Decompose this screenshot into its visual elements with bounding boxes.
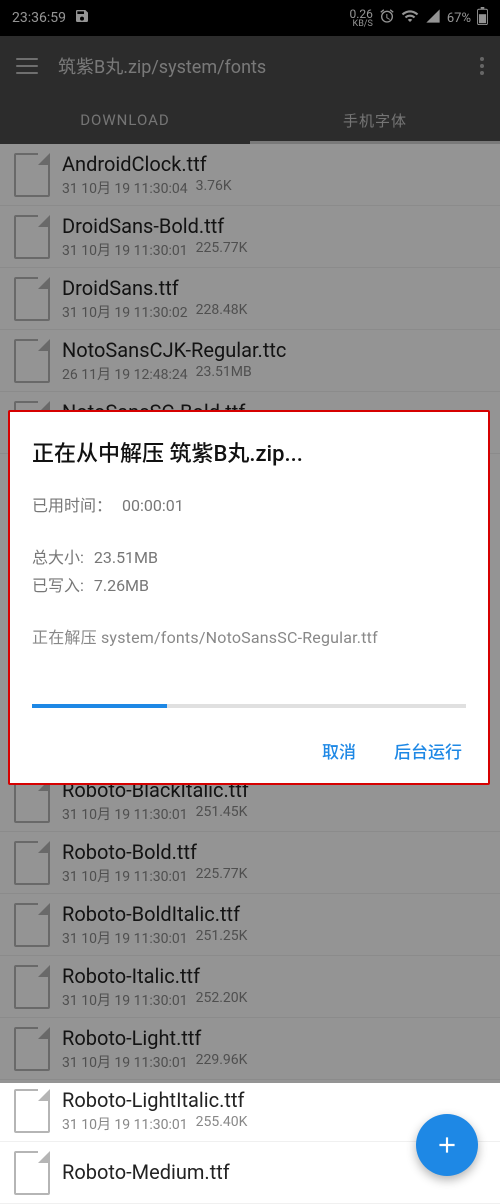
- list-item[interactable]: AndroidClock.ttf 31 10月 19 11:30:04 3.76K: [0, 144, 500, 206]
- file-date: 31 10月 19 11:30:01: [62, 928, 188, 948]
- file-name: Roboto-Italic.ttf: [62, 964, 486, 988]
- status-bar: 23:36:59 0.26 KB/S 67%: [0, 0, 500, 36]
- file-date: 31 10月 19 11:30:01: [62, 1114, 188, 1134]
- file-date: 26 11月 19 12:48:24: [62, 364, 188, 384]
- file-icon: [14, 1151, 50, 1195]
- more-options-icon[interactable]: [480, 57, 484, 75]
- battery-pct: 67%: [447, 11, 471, 26]
- save-icon: [74, 8, 90, 28]
- file-date: 31 10月 19 11:30:01: [62, 240, 188, 260]
- file-size: 23.51MB: [196, 364, 252, 384]
- background-button[interactable]: 后台运行: [390, 732, 466, 769]
- list-item[interactable]: Roboto-BoldItalic.ttf 31 10月 19 11:30:01…: [0, 894, 500, 956]
- file-icon: [14, 153, 50, 197]
- file-size: 251.25K: [196, 928, 248, 948]
- file-date: 31 10月 19 11:30:01: [62, 866, 188, 886]
- file-icon: [14, 339, 50, 383]
- elapsed-value: 00:00:01: [122, 496, 184, 515]
- network-speed: 0.26 KB/S: [349, 8, 372, 29]
- file-size: 225.77K: [196, 866, 248, 886]
- tab-bar: DOWNLOAD 手机字体: [0, 96, 500, 144]
- file-size: 228.48K: [196, 302, 248, 322]
- progress-fill: [32, 704, 167, 708]
- list-item[interactable]: NotoSansCJK-Regular.ttc 26 11月 19 12:48:…: [0, 330, 500, 392]
- written-label: 已写入:: [32, 576, 84, 595]
- file-icon: [14, 1089, 50, 1133]
- file-size: 251.45K: [196, 804, 248, 824]
- file-date: 31 10月 19 11:30:01: [62, 1052, 188, 1072]
- current-extract-item: 正在解压 system/fonts/NotoSansSC-Regular.ttf: [32, 624, 466, 648]
- file-name: Roboto-Light.ttf: [62, 1026, 486, 1050]
- signal-icon: [425, 8, 441, 28]
- tab-phone-fonts[interactable]: 手机字体: [250, 96, 500, 144]
- cancel-button[interactable]: 取消: [318, 732, 360, 769]
- dialog-title: 正在从中解压 筑紫B丸.zip...: [32, 436, 466, 468]
- file-icon: [14, 1027, 50, 1071]
- file-icon: [14, 965, 50, 1009]
- wifi-icon: [401, 7, 419, 29]
- fab-add-button[interactable]: [416, 1114, 478, 1176]
- battery-icon: [477, 7, 488, 29]
- file-name: AndroidClock.ttf: [62, 152, 486, 176]
- file-name: DroidSans-Bold.ttf: [62, 214, 486, 238]
- list-item[interactable]: Roboto-Italic.ttf 31 10月 19 11:30:01 252.…: [0, 956, 500, 1018]
- file-size: 225.77K: [196, 240, 248, 260]
- file-size: 3.76K: [196, 178, 232, 198]
- tab-download[interactable]: DOWNLOAD: [0, 96, 250, 144]
- extract-dialog: 正在从中解压 筑紫B丸.zip... 已用时间： 00:00:01 总大小: 2…: [8, 410, 490, 785]
- file-name: Roboto-Bold.ttf: [62, 840, 486, 864]
- file-name: NotoSansCJK-Regular.ttc: [62, 338, 486, 362]
- file-name: Roboto-BoldItalic.ttf: [62, 902, 486, 926]
- alarm-icon: [379, 8, 395, 28]
- file-date: 31 10月 19 11:30:01: [62, 804, 188, 824]
- list-item[interactable]: DroidSans-Bold.ttf 31 10月 19 11:30:01 225…: [0, 206, 500, 268]
- elapsed-label: 已用时间：: [32, 496, 112, 515]
- file-name: DroidSans.ttf: [62, 276, 486, 300]
- menu-icon[interactable]: [16, 58, 38, 74]
- progress-bar: [32, 704, 466, 708]
- file-icon: [14, 841, 50, 885]
- file-icon: [14, 903, 50, 947]
- file-size: 252.20K: [196, 990, 248, 1010]
- app-bar: 筑紫B丸.zip/system/fonts: [0, 36, 500, 96]
- total-size-value: 23.51MB: [94, 548, 158, 567]
- file-date: 31 10月 19 11:30:04: [62, 178, 188, 198]
- written-value: 7.26MB: [94, 576, 149, 595]
- plus-icon: [434, 1132, 460, 1158]
- file-icon: [14, 779, 50, 823]
- file-name: Roboto-LightItalic.ttf: [62, 1088, 486, 1112]
- file-size: 255.40K: [196, 1114, 248, 1134]
- file-date: 31 10月 19 11:30:01: [62, 990, 188, 1010]
- status-time: 23:36:59: [12, 10, 66, 26]
- breadcrumb-title: 筑紫B丸.zip/system/fonts: [58, 53, 266, 79]
- list-item[interactable]: Roboto-Light.ttf 31 10月 19 11:30:01 229.9…: [0, 1018, 500, 1080]
- file-date: 31 10月 19 11:30:02: [62, 302, 188, 322]
- total-size-label: 总大小:: [32, 548, 84, 567]
- list-item[interactable]: Roboto-Bold.ttf 31 10月 19 11:30:01 225.77…: [0, 832, 500, 894]
- file-icon: [14, 277, 50, 321]
- file-icon: [14, 215, 50, 259]
- file-size: 229.96K: [196, 1052, 248, 1072]
- list-item[interactable]: DroidSans.ttf 31 10月 19 11:30:02 228.48K: [0, 268, 500, 330]
